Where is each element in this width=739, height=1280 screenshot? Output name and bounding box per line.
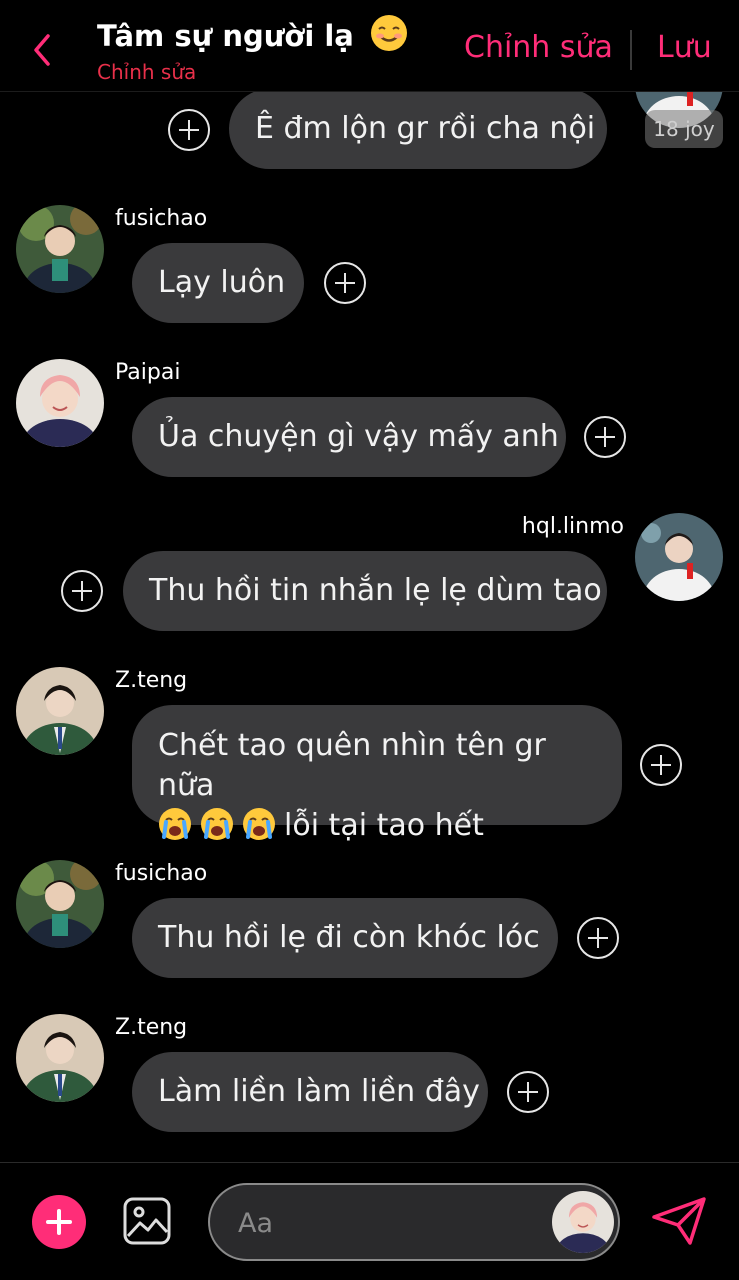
avatar[interactable] bbox=[16, 205, 104, 293]
message-text: Thu hồi lẹ đi còn khóc lóc bbox=[158, 920, 540, 955]
sender-name: hql.linmo bbox=[521, 514, 624, 539]
message-input-wrapper bbox=[208, 1183, 620, 1261]
crying-emoji-icon bbox=[158, 807, 192, 841]
composer-bar bbox=[0, 1162, 739, 1280]
message-bubble[interactable]: Ủa chuyện gì vậy mấy anh bbox=[132, 397, 566, 477]
add-reaction-icon[interactable] bbox=[61, 570, 103, 612]
send-icon[interactable] bbox=[650, 1195, 708, 1247]
sender-name: fusichao bbox=[115, 206, 208, 231]
sender-name: Z.teng bbox=[115, 668, 188, 693]
add-reaction-icon[interactable] bbox=[324, 262, 366, 304]
avatar[interactable] bbox=[552, 1191, 614, 1253]
header-divider bbox=[630, 30, 632, 70]
save-button[interactable]: Lưu bbox=[657, 30, 712, 65]
message-text: Chết tao quên nhìn tên gr nữa bbox=[158, 728, 546, 803]
smile-emoji-icon bbox=[370, 15, 407, 51]
add-reaction-icon[interactable] bbox=[168, 109, 210, 151]
message-text: Làm liền làm liền đây bbox=[158, 1074, 480, 1109]
back-chevron-icon[interactable] bbox=[28, 30, 58, 70]
message-bubble[interactable]: Thu hồi tin nhắn lẹ lẹ dùm tao bbox=[123, 551, 607, 631]
message-bubble[interactable]: Lạy luôn bbox=[132, 243, 304, 323]
chat-title: Tâm sự người lạ bbox=[97, 14, 408, 53]
message-text: Ủa chuyện gì vậy mấy anh bbox=[158, 419, 559, 454]
sender-name: Z.teng bbox=[115, 1015, 188, 1040]
message-input[interactable] bbox=[238, 1203, 538, 1243]
sender-name: fusichao bbox=[115, 861, 208, 886]
message-bubble[interactable]: Làm liền làm liền đây bbox=[132, 1052, 488, 1132]
add-reaction-icon[interactable] bbox=[640, 744, 682, 786]
avatar[interactable] bbox=[16, 860, 104, 948]
avatar[interactable] bbox=[16, 1014, 104, 1102]
add-reaction-icon[interactable] bbox=[584, 416, 626, 458]
chat-title-text: Tâm sự người lạ bbox=[97, 19, 354, 53]
time-badge: 18 joy bbox=[645, 110, 723, 148]
message-bubble[interactable]: Thu hồi lẹ đi còn khóc lóc bbox=[132, 898, 558, 978]
message-text: Ê đm lộn gr rồi cha nội bbox=[255, 111, 596, 146]
add-reaction-icon[interactable] bbox=[507, 1071, 549, 1113]
add-reaction-icon[interactable] bbox=[577, 917, 619, 959]
avatar[interactable] bbox=[16, 667, 104, 755]
message-bubble[interactable]: Chết tao quên nhìn tên gr nữa lỗi tại ta… bbox=[132, 705, 622, 843]
avatar[interactable] bbox=[16, 359, 104, 447]
chat-header: Tâm sự người lạ Chỉnh sửa Chỉnh sửa Lưu bbox=[0, 0, 739, 92]
message-text: Lạy luôn bbox=[158, 265, 286, 300]
plus-icon[interactable] bbox=[32, 1195, 86, 1249]
message-text-tail: lỗi tại tao hết bbox=[284, 808, 484, 843]
message-text: Thu hồi tin nhắn lẹ lẹ dùm tao bbox=[149, 573, 602, 608]
edit-button[interactable]: Chỉnh sửa bbox=[464, 30, 613, 65]
message-text-line2: lỗi tại tao hết bbox=[158, 806, 596, 846]
avatar[interactable] bbox=[635, 513, 723, 601]
sender-name: Paipai bbox=[115, 360, 181, 385]
image-icon[interactable] bbox=[122, 1196, 172, 1246]
crying-emoji-icon bbox=[242, 807, 276, 841]
crying-emoji-icon bbox=[200, 807, 234, 841]
chat-subtitle[interactable]: Chỉnh sửa bbox=[97, 60, 196, 84]
message-bubble[interactable]: Ê đm lộn gr rồi cha nội bbox=[229, 89, 607, 169]
